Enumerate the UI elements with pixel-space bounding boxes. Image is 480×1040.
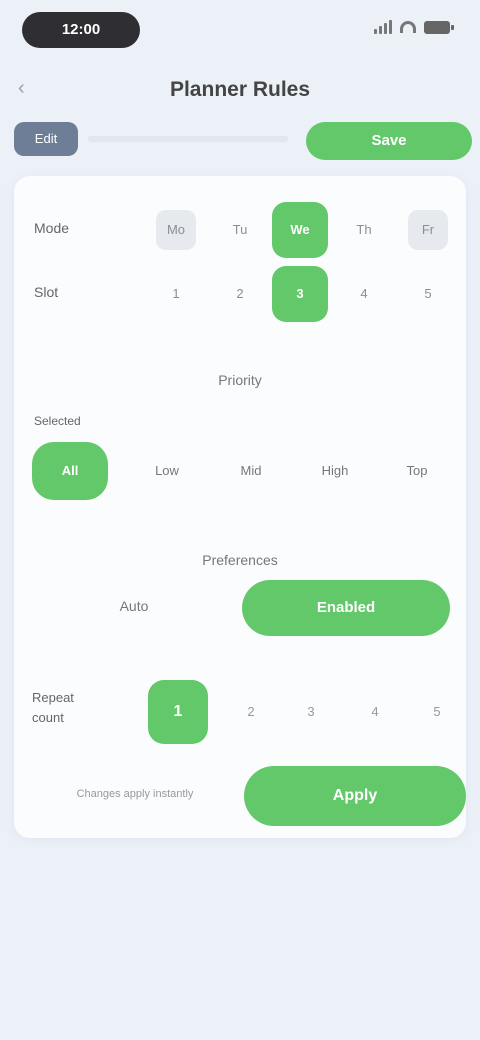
grid-cell[interactable]: 4 xyxy=(344,274,384,314)
cta-row: Changes apply instantly Apply xyxy=(14,762,466,834)
chip-active[interactable]: All xyxy=(32,442,108,500)
step-label-line: Repeat xyxy=(32,690,74,705)
step-option[interactable]: 4 xyxy=(360,700,390,724)
chip[interactable]: Top xyxy=(382,454,452,488)
grid-cell[interactable]: Tu xyxy=(220,210,260,250)
row-label: Mode xyxy=(34,220,70,236)
page-title: Planner Rules xyxy=(169,78,311,101)
row-label: Slot xyxy=(34,284,59,300)
step-label: Repeat count xyxy=(32,688,132,728)
grid-cell[interactable]: 1 xyxy=(156,274,196,314)
signal-icon xyxy=(374,20,392,34)
chip[interactable]: Mid xyxy=(216,454,286,488)
step-active[interactable]: 1 xyxy=(148,680,208,744)
cta-hint: Changes apply instantly xyxy=(76,788,194,800)
grid-cell[interactable]: Fr xyxy=(408,210,448,250)
chip[interactable]: High xyxy=(300,454,370,488)
status-bar: 12:00 xyxy=(0,0,480,60)
step-row: Repeat count 1 2 3 4 5 xyxy=(14,676,466,756)
grid-row-slot: Slot 1 2 3 4 5 xyxy=(14,264,466,324)
segment-track xyxy=(88,136,288,142)
chip[interactable]: Low xyxy=(132,454,202,488)
grid-cell[interactable]: 5 xyxy=(408,274,448,314)
chip-row: All Low Mid High Top xyxy=(28,438,452,508)
battery-icon xyxy=(424,20,454,34)
grid-cell[interactable]: Th xyxy=(344,210,384,250)
option-button[interactable]: Enabled xyxy=(242,580,450,636)
step-label-line: count xyxy=(32,710,64,725)
chips-title: Selected xyxy=(34,414,81,428)
option-row: Auto Enabled xyxy=(14,574,466,644)
primary-button[interactable]: Save xyxy=(306,122,472,160)
system-icons xyxy=(374,20,454,34)
section-heading: Priority xyxy=(218,372,262,388)
segment-button[interactable]: Edit xyxy=(14,122,78,156)
step-option[interactable]: 2 xyxy=(236,700,266,724)
step-option[interactable]: 3 xyxy=(296,700,326,724)
toolbar: Edit Save xyxy=(0,118,480,162)
option-label: Auto xyxy=(119,598,149,614)
grid-cell[interactable]: Mo xyxy=(156,210,196,250)
grid-cell-active[interactable]: We xyxy=(272,202,328,258)
nav-bar: ‹ Planner Rules xyxy=(0,60,480,116)
grid-cell[interactable]: 2 xyxy=(220,274,260,314)
status-time: 12:00 xyxy=(22,12,140,48)
settings-card: Mode Mo Tu We Th Fr Slot 1 2 3 4 5 Prior… xyxy=(14,176,466,838)
section-heading: Preferences xyxy=(202,552,278,568)
wifi-icon xyxy=(400,21,416,33)
apply-button[interactable]: Apply xyxy=(244,766,466,826)
grid-row-mode: Mode Mo Tu We Th Fr xyxy=(14,200,466,260)
grid-cell-active[interactable]: 3 xyxy=(272,266,328,322)
step-option[interactable]: 5 xyxy=(422,700,452,724)
